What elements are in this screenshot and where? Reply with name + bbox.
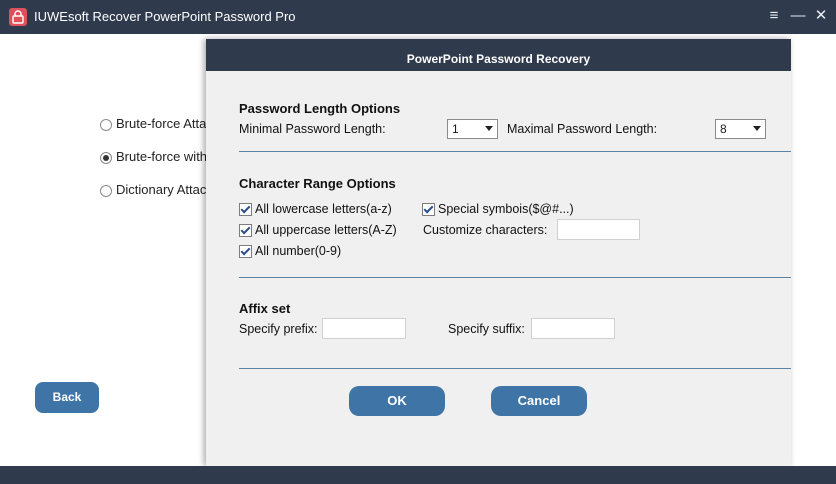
radio-brute-force-mask[interactable] bbox=[100, 152, 112, 164]
cancel-button[interactable]: Cancel bbox=[491, 386, 587, 416]
section-divider bbox=[239, 277, 791, 278]
customize-characters-input[interactable] bbox=[557, 219, 640, 240]
min-length-label: Minimal Password Length: bbox=[239, 122, 386, 136]
uppercase-checkbox[interactable] bbox=[239, 224, 252, 237]
affix-section-title: Affix set bbox=[239, 301, 291, 316]
dialog-title: PowerPoint Password Recovery bbox=[206, 39, 791, 71]
close-icon[interactable]: ✕ bbox=[812, 6, 830, 26]
max-length-label: Maximal Password Length: bbox=[507, 122, 658, 136]
radio-brute-force-attack[interactable] bbox=[100, 119, 112, 131]
window-titlebar: IUWEsoft Recover PowerPoint Password Pro… bbox=[0, 0, 836, 34]
suffix-input[interactable] bbox=[531, 318, 615, 339]
menu-icon[interactable]: ≡ bbox=[765, 6, 783, 26]
lowercase-label: All lowercase letters(a-z) bbox=[255, 202, 392, 216]
special-symbols-label: Special symbois($@#...) bbox=[438, 202, 574, 216]
max-length-value: 8 bbox=[720, 122, 727, 136]
uppercase-label: All uppercase letters(A-Z) bbox=[255, 223, 397, 237]
section-divider bbox=[239, 368, 791, 369]
option-label: Dictionary Attack bbox=[116, 182, 213, 197]
numbers-label: All number(0-9) bbox=[255, 244, 342, 258]
min-length-select[interactable]: 1 bbox=[447, 119, 498, 139]
prefix-label: Specify prefix: bbox=[239, 322, 318, 336]
chevron-down-icon bbox=[753, 126, 761, 131]
lock-app-icon bbox=[9, 8, 27, 26]
section-divider bbox=[239, 151, 791, 152]
length-section-title: Password Length Options bbox=[239, 101, 401, 116]
password-recovery-dialog: PowerPoint Password Recovery Password Le… bbox=[206, 39, 791, 466]
radio-dictionary-attack[interactable] bbox=[100, 185, 112, 197]
bottom-bar bbox=[0, 466, 836, 484]
option-label: Brute-force with bbox=[116, 149, 208, 164]
ok-button[interactable]: OK bbox=[349, 386, 445, 416]
charset-section-title: Character Range Options bbox=[239, 176, 396, 191]
min-length-value: 1 bbox=[452, 122, 459, 136]
chevron-down-icon bbox=[485, 126, 493, 131]
option-label: Brute-force Attac bbox=[116, 116, 213, 131]
max-length-select[interactable]: 8 bbox=[715, 119, 766, 139]
suffix-label: Specify suffix: bbox=[448, 322, 525, 336]
prefix-input[interactable] bbox=[322, 318, 406, 339]
minimize-icon[interactable]: — bbox=[789, 6, 807, 26]
numbers-checkbox[interactable] bbox=[239, 245, 252, 258]
customize-characters-label: Customize characters: bbox=[423, 223, 548, 237]
lowercase-checkbox[interactable] bbox=[239, 203, 252, 216]
back-button[interactable]: Back bbox=[35, 382, 99, 413]
app-title: IUWEsoft Recover PowerPoint Password Pro bbox=[34, 9, 296, 24]
special-symbols-checkbox[interactable] bbox=[422, 203, 435, 216]
